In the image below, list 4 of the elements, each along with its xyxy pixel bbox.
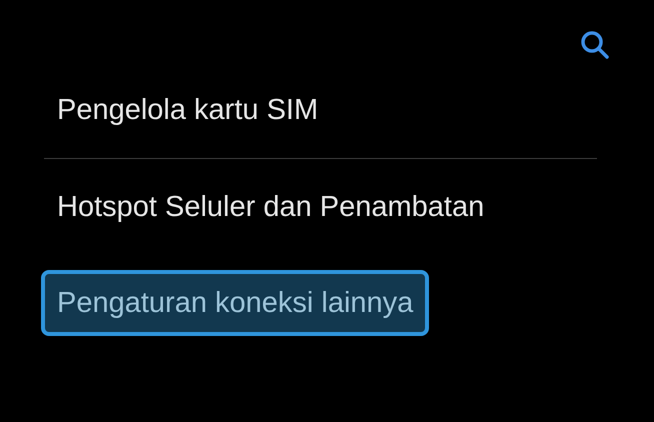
search-icon[interactable]: [580, 30, 610, 60]
settings-item[interactable]: Pengaturan koneksi lainnya: [41, 270, 430, 336]
settings-item[interactable]: Pengelola kartu SIM: [41, 77, 334, 143]
settings-item[interactable]: Hotspot Seluler dan Penambatan: [41, 174, 500, 240]
